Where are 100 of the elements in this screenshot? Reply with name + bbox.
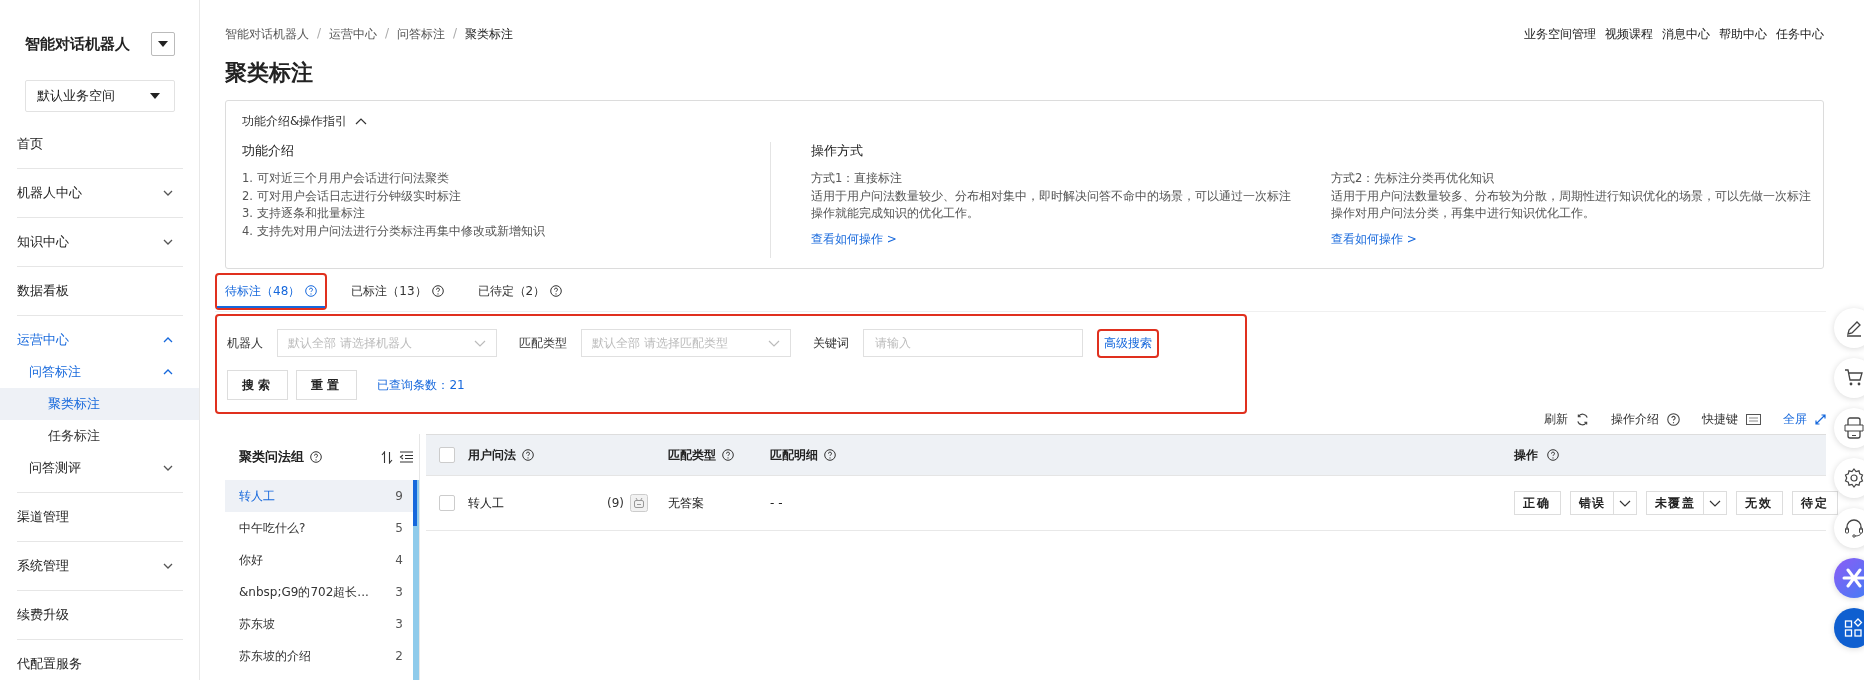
field-label: 匹配类型 [519,334,567,352]
menu-item[interactable]: 问答标注 [17,356,183,388]
help-icon[interactable] [824,449,836,461]
caret-icon [150,93,160,99]
top-link[interactable]: 视频课程 [1605,25,1653,43]
action-button[interactable]: 无效 [1735,491,1783,515]
column-header: 匹配类型 [668,446,716,464]
top-link[interactable]: 帮助中心 [1719,25,1767,43]
advanced-search-link[interactable]: 高级搜索 [1097,328,1159,358]
chevron-icon [163,337,173,343]
cart-button[interactable] [1834,358,1864,398]
chevron-icon[interactable] [1619,499,1632,507]
settings-button[interactable] [1834,458,1864,498]
page-title: 聚类标注 [225,59,314,87]
toolbar-label[interactable]: 操作介绍 [1611,410,1659,428]
menu-item[interactable]: 聚类标注 [0,388,199,420]
menu-item[interactable]: 运营中心 [17,324,183,356]
group-item[interactable]: 苏东坡的介绍 2 [225,640,413,672]
top-link[interactable]: 任务中心 [1776,25,1824,43]
assistant-button[interactable] [1834,558,1864,598]
group-item[interactable]: 转人工 9 [225,480,413,512]
group-item[interactable]: 中午吃什么? 5 [225,512,413,544]
help-icon[interactable] [522,449,534,461]
action-button[interactable]: 待定 [1791,491,1839,515]
mobile-app-button[interactable] [1834,408,1864,448]
apps-icon [1844,618,1864,638]
apps-button[interactable] [1834,608,1864,648]
column-header: 用户问法 [468,446,516,464]
chevron-icon [163,563,173,569]
method-text: 适用于用户问法数量较多、分布较为分散，周期性进行知识优化的场景，可以先做一次标注操作对用户问法分类，再集中进行知识优化工作。 [1331,187,1811,222]
row-checkbox[interactable] [439,495,455,511]
chevron-icon [163,239,173,245]
select-all-checkbox[interactable] [439,447,455,463]
menu-item[interactable]: 续费升级 [17,599,183,631]
toolbar-label[interactable]: 刷新 [1544,410,1568,428]
breadcrumb-item[interactable]: 智能对话机器人 [225,25,309,43]
column-header: 操作 [1514,446,1538,464]
match-type-cell-text: 无答案 [668,494,705,512]
scrollbar-thumb[interactable] [413,480,417,526]
expand-icon[interactable] [1815,413,1826,425]
refresh-icon[interactable] [1576,412,1589,426]
outdent-icon[interactable] [399,451,413,463]
group-item[interactable]: &nbsp;G9的702超长... 3 [225,576,413,608]
edit-button[interactable] [1834,308,1864,348]
help-icon[interactable] [1547,449,1559,461]
app-dropdown-button[interactable] [151,32,175,56]
chevron-icon [768,339,780,347]
tab[interactable]: 已标注（13） [343,274,452,308]
intro-toggle[interactable]: 功能介绍&操作指引 [242,113,1807,130]
help-icon[interactable] [431,285,444,297]
help-icon[interactable] [310,451,322,463]
chevron-icon [163,190,173,196]
top-link[interactable]: 业务空间管理 [1524,25,1596,43]
tab[interactable]: 已待定（2） [469,274,571,308]
feature-text: 1. 可对近三个月用户会话进行问法聚类 [242,170,450,187]
toolbar-label[interactable]: 全屏 [1783,410,1807,428]
menu-item[interactable]: 系统管理 [17,550,183,582]
action-split-button[interactable]: 未覆盖 [1646,491,1727,515]
help-icon[interactable] [1667,412,1680,426]
support-button[interactable] [1834,508,1864,548]
column-header: 匹配明细 [770,446,818,464]
caret-icon [158,41,168,47]
breadcrumb-separator: / [453,25,458,42]
breadcrumb-item[interactable]: 问答标注 [397,25,446,43]
help-icon[interactable] [305,285,318,297]
menu-item[interactable]: 问答测评 [17,452,183,484]
menu-item[interactable]: 机器人中心 [17,177,183,209]
menu-item[interactable]: 知识中心 [17,226,183,258]
filter-button[interactable]: 重置 [296,370,358,400]
workspace-select[interactable]: 默认业务空间 [25,80,175,112]
chevron-icon [163,465,173,471]
app-name: 智能对话机器人 [25,34,130,54]
keyboard-icon[interactable] [1746,413,1761,425]
how-to-link[interactable]: 查看如何操作 > [811,230,897,248]
group-item[interactable]: 你好 4 [225,544,413,576]
how-to-link[interactable]: 查看如何操作 > [1331,230,1417,248]
menu-item[interactable]: 数据看板 [17,275,183,307]
filter-button[interactable]: 搜索 [227,370,289,400]
chevron-icon[interactable] [1708,499,1721,507]
breadcrumb-item[interactable]: 运营中心 [329,25,378,43]
chevron-icon [355,118,368,125]
tab[interactable]: 待标注（48） [217,274,326,308]
menu-item[interactable]: 任务标注 [0,420,199,452]
method-name: 方式2：先标注分类再优化知识 [1331,170,1496,187]
menu-item[interactable]: 首页 [17,128,183,160]
robot-icon [630,494,648,512]
sort-icon[interactable] [381,450,393,464]
section-title: 操作方式 [811,142,864,160]
menu-item[interactable]: 代配置服务 [17,648,183,680]
action-button[interactable]: 正确 [1514,491,1561,515]
keyword-input[interactable]: 请输入 [863,329,1083,357]
help-icon[interactable] [550,285,563,297]
help-icon[interactable] [722,449,734,461]
top-link[interactable]: 消息中心 [1662,25,1710,43]
menu-item[interactable]: 渠道管理 [17,501,183,533]
action-split-button[interactable]: 错误 [1569,491,1638,515]
toolbar-label[interactable]: 快捷键 [1702,410,1738,428]
breadcrumb-separator: / [317,25,322,42]
group-item[interactable]: 苏东坡 3 [225,608,413,640]
field-label: 关键词 [813,334,849,352]
